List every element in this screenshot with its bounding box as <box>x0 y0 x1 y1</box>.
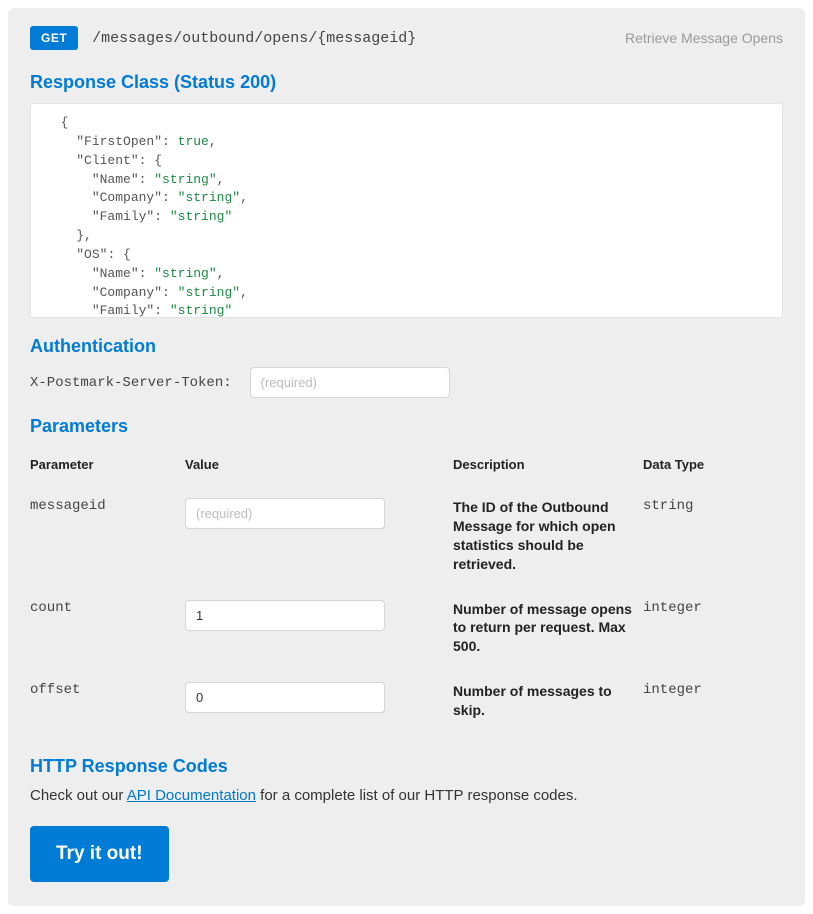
parameters-table: Parameter Value Description Data Type me… <box>30 447 783 738</box>
api-documentation-link[interactable]: API Documentation <box>127 787 256 804</box>
response-example-code: { "FirstOpen": true, "Client": { "Name":… <box>30 103 783 318</box>
auth-row: X-Postmark-Server-Token: <box>30 367 783 398</box>
section-heading-response-class: Response Class (Status 200) <box>30 72 783 93</box>
param-value-cell <box>185 592 453 675</box>
param-datatype: integer <box>643 674 783 738</box>
section-heading-authentication: Authentication <box>30 336 783 357</box>
param-value-input[interactable] <box>185 682 385 713</box>
http-codes-text: Check out our API Documentation for a co… <box>30 787 783 804</box>
auth-token-input[interactable] <box>250 367 450 398</box>
http-codes-suffix: for a complete list of our HTTP response… <box>256 787 578 804</box>
param-description: Number of message opens to return per re… <box>453 592 643 675</box>
try-it-out-button[interactable]: Try it out! <box>30 826 169 882</box>
param-datatype: integer <box>643 592 783 675</box>
param-datatype: string <box>643 490 783 592</box>
section-heading-http-codes: HTTP Response Codes <box>30 756 783 777</box>
param-value-input[interactable] <box>185 600 385 631</box>
http-codes-prefix: Check out our <box>30 787 127 804</box>
auth-header-name: X-Postmark-Server-Token: <box>30 375 232 391</box>
api-operation-panel: GET /messages/outbound/opens/{messageid}… <box>8 8 805 906</box>
endpoint-left: GET /messages/outbound/opens/{messageid} <box>30 26 416 50</box>
param-value-input[interactable] <box>185 498 385 529</box>
param-description: Number of messages to skip. <box>453 674 643 738</box>
endpoint-header[interactable]: GET /messages/outbound/opens/{messageid}… <box>30 26 783 50</box>
param-description: The ID of the Outbound Message for which… <box>453 490 643 592</box>
param-value-cell <box>185 674 453 738</box>
endpoint-summary: Retrieve Message Opens <box>625 30 783 46</box>
col-header-description: Description <box>453 447 643 490</box>
table-row: messageid The ID of the Outbound Message … <box>30 490 783 592</box>
table-row: offset Number of messages to skip.integer <box>30 674 783 738</box>
param-value-cell <box>185 490 453 592</box>
table-row: count Number of message opens to return p… <box>30 592 783 675</box>
section-heading-parameters: Parameters <box>30 416 783 437</box>
col-header-value: Value <box>185 447 453 490</box>
endpoint-path: /messages/outbound/opens/{messageid} <box>92 30 416 47</box>
parameters-header-row: Parameter Value Description Data Type <box>30 447 783 490</box>
param-name: count <box>30 592 185 675</box>
col-header-datatype: Data Type <box>643 447 783 490</box>
param-name: messageid <box>30 490 185 592</box>
http-method-badge: GET <box>30 26 78 50</box>
col-header-parameter: Parameter <box>30 447 185 490</box>
param-name: offset <box>30 674 185 738</box>
